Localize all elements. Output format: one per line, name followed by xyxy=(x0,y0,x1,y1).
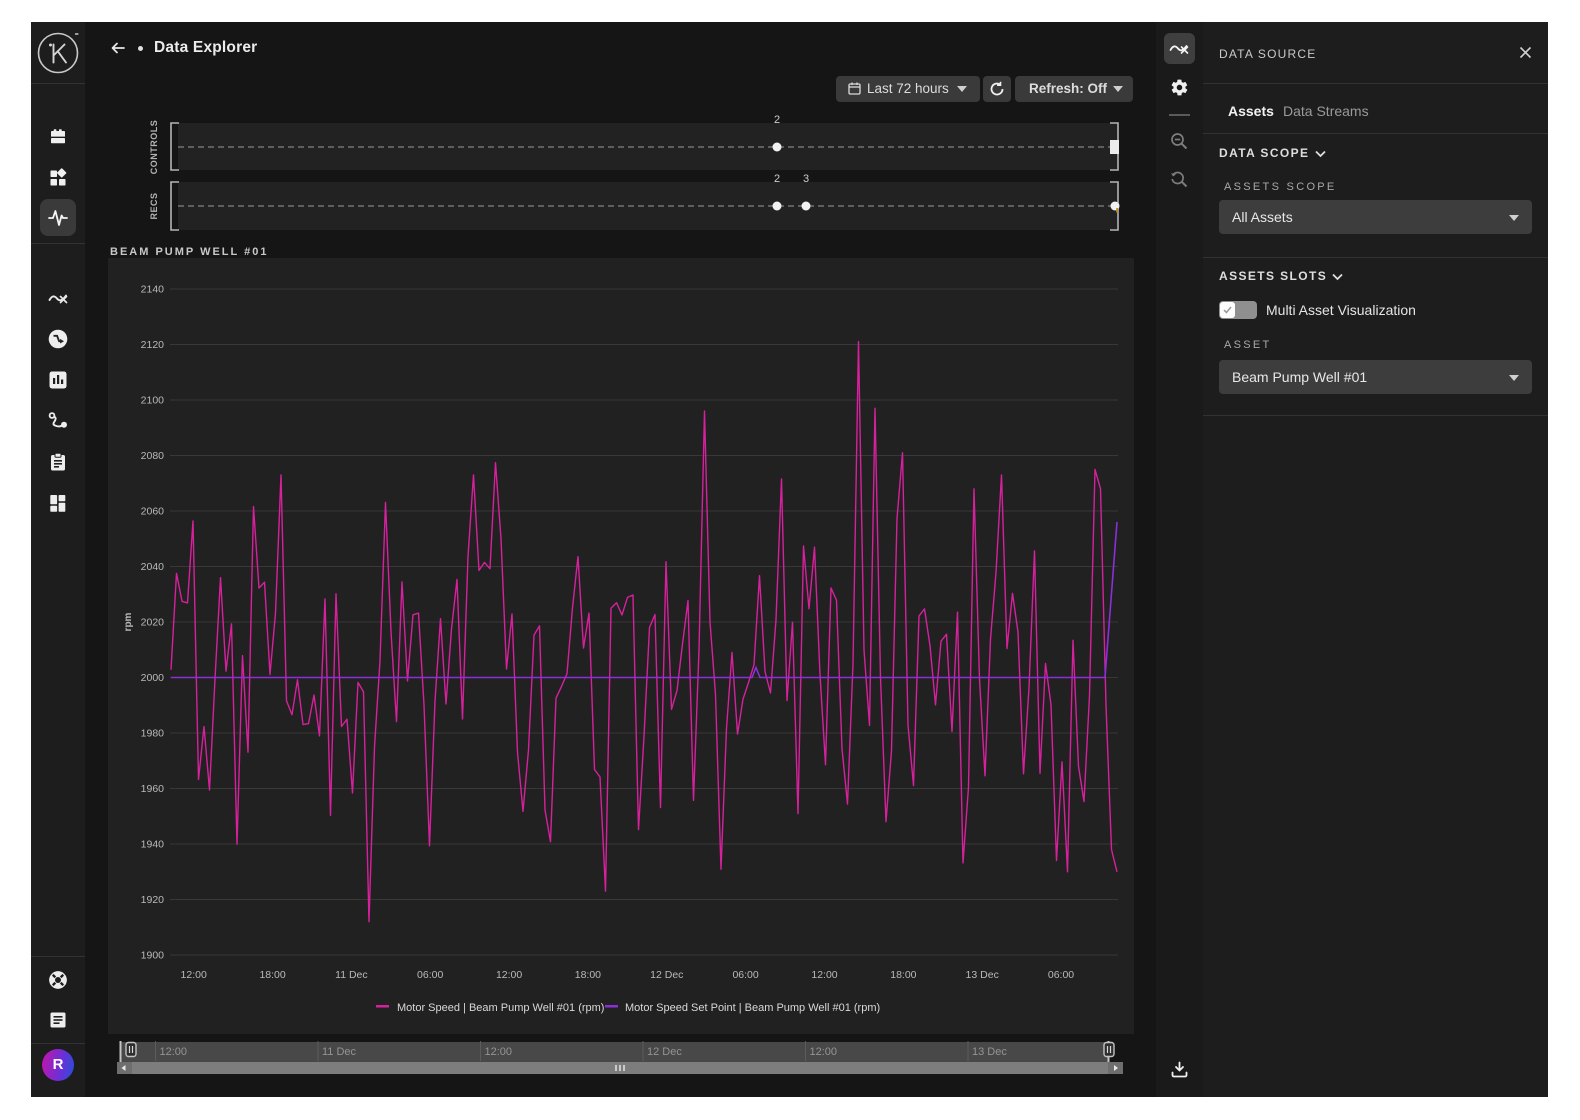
svg-text:RECS: RECS xyxy=(149,192,159,219)
svg-text:2: 2 xyxy=(774,114,780,126)
svg-text:18:00: 18:00 xyxy=(890,969,916,981)
svg-text:12 Dec: 12 Dec xyxy=(650,969,683,981)
svg-text:2040: 2040 xyxy=(141,561,165,573)
svg-text:11 Dec: 11 Dec xyxy=(322,1046,357,1058)
svg-text:2080: 2080 xyxy=(141,450,165,462)
svg-text:3: 3 xyxy=(803,173,809,185)
svg-text:06:00: 06:00 xyxy=(732,969,758,981)
svg-text:2140: 2140 xyxy=(141,284,165,296)
svg-text:18:00: 18:00 xyxy=(259,969,285,981)
svg-text:06:00: 06:00 xyxy=(417,969,443,981)
svg-text:2020: 2020 xyxy=(141,617,165,629)
svg-text:12:00: 12:00 xyxy=(811,969,837,981)
svg-text:2120: 2120 xyxy=(141,339,165,351)
svg-text:1900: 1900 xyxy=(141,950,165,962)
svg-text:13 Dec: 13 Dec xyxy=(972,1046,1007,1058)
svg-text:1980: 1980 xyxy=(141,728,165,740)
svg-text:2: 2 xyxy=(774,173,780,185)
svg-text:Motor Speed | Beam Pump Well #: Motor Speed | Beam Pump Well #01 (rpm) xyxy=(397,1002,604,1014)
svg-text:06:00: 06:00 xyxy=(1048,969,1074,981)
svg-text:18:00: 18:00 xyxy=(575,969,601,981)
svg-text:1960: 1960 xyxy=(141,783,165,795)
svg-text:12:00: 12:00 xyxy=(496,969,522,981)
svg-text:12 Dec: 12 Dec xyxy=(647,1046,682,1058)
svg-text:2060: 2060 xyxy=(141,506,165,518)
svg-text:13 Dec: 13 Dec xyxy=(966,969,999,981)
svg-text:12:00: 12:00 xyxy=(810,1046,838,1058)
svg-text:rpm: rpm xyxy=(123,612,134,631)
svg-text:11 Dec: 11 Dec xyxy=(335,969,368,981)
svg-text:12:00: 12:00 xyxy=(485,1046,513,1058)
svg-text:1920: 1920 xyxy=(141,894,165,906)
svg-text:2100: 2100 xyxy=(141,395,165,407)
svg-text:1940: 1940 xyxy=(141,839,165,851)
svg-text:Motor Speed Set Point | Beam P: Motor Speed Set Point | Beam Pump Well #… xyxy=(625,1002,880,1014)
svg-text:2000: 2000 xyxy=(141,672,165,684)
svg-text:12:00: 12:00 xyxy=(181,969,207,981)
svg-text:12:00: 12:00 xyxy=(160,1046,188,1058)
svg-text:CONTROLS: CONTROLS xyxy=(149,120,159,175)
